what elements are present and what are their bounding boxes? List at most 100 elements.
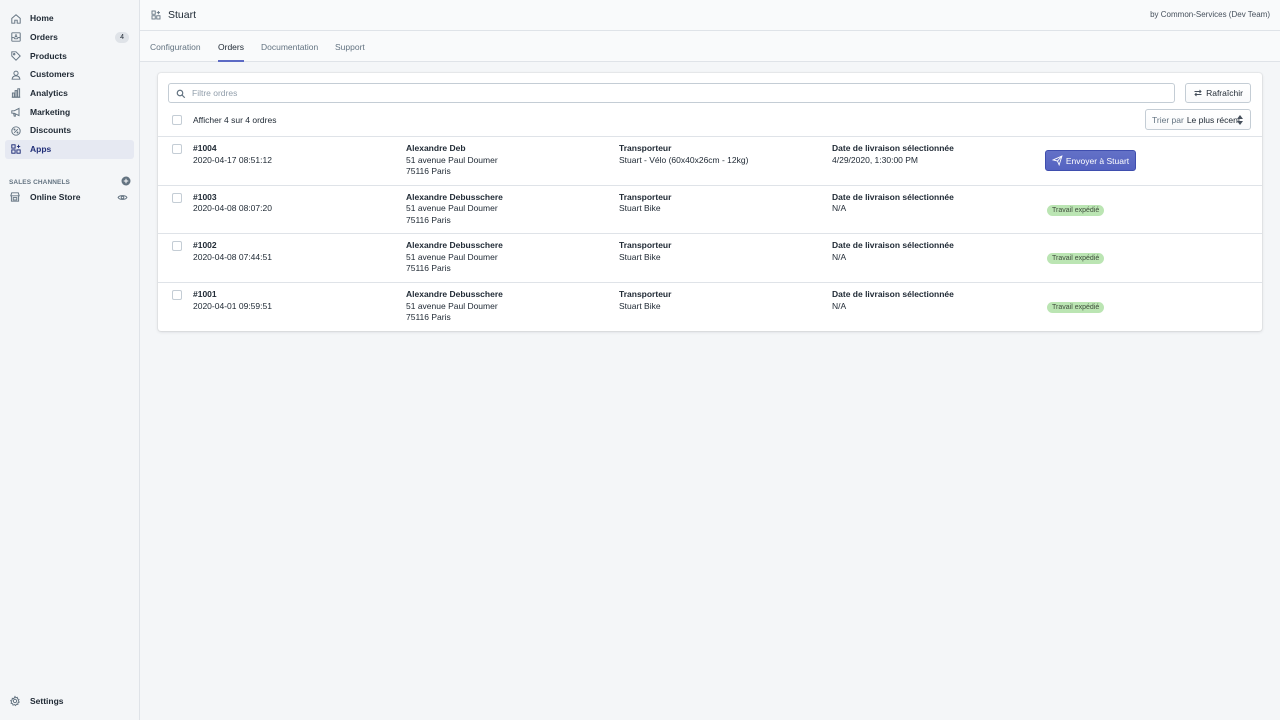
person-icon — [9, 68, 22, 81]
address-line-2: 75116 Paris — [406, 166, 451, 176]
order-id-link[interactable]: #1004 — [193, 143, 272, 155]
order-id-cell: #1002 2020-04-08 07:44:51 — [193, 240, 272, 263]
sidebar-item-home[interactable]: Home — [5, 9, 134, 28]
app-icon — [151, 10, 161, 20]
delivery-cell: Date de livraison sélectionnée N/A — [832, 289, 954, 312]
carrier-label: Transporteur — [619, 191, 672, 202]
sidebar-item-products[interactable]: Products — [5, 46, 134, 65]
apps-icon — [9, 143, 22, 156]
carrier-label: Transporteur — [619, 289, 672, 300]
carrier-cell: Transporteur Stuart - Vélo (60x40x26cm -… — [619, 143, 748, 166]
status-badge: Travail expédié — [1047, 253, 1105, 265]
row-checkbox[interactable] — [172, 144, 182, 154]
table-row: #1004 2020-04-17 08:51:12 Alexandre Deb … — [158, 136, 1262, 185]
refresh-icon — [1194, 89, 1202, 97]
sidebar-item-label: Orders — [30, 32, 58, 43]
sidebar-item-discounts[interactable]: Discounts — [5, 121, 134, 140]
delivery-label: Date de livraison sélectionnée — [832, 143, 954, 153]
status-badge: Travail expédié — [1047, 204, 1105, 216]
search-icon — [176, 89, 186, 101]
developer-credit: by Common-Services (Dev Team) — [1150, 10, 1270, 19]
select-all-checkbox[interactable] — [172, 115, 182, 125]
order-id-link[interactable]: #1001 — [193, 289, 272, 301]
orders-count-text: Afficher 4 sur 4 ordres — [193, 115, 277, 125]
address-line-1: 51 avenue Paul Doumer — [406, 154, 498, 165]
delivery-value: N/A — [832, 300, 847, 311]
sidebar-item-marketing[interactable]: Marketing — [5, 102, 134, 121]
sidebar-item-orders[interactable]: Orders 4 — [5, 28, 134, 47]
customer-cell: Alexandre Deb 51 avenue Paul Doumer 7511… — [406, 143, 498, 178]
customer-name: Alexandre Debusschere — [406, 289, 503, 300]
sales-channels-header: SALES CHANNELS — [9, 176, 131, 188]
send-button-label: Envoyer à Stuart — [1065, 155, 1130, 166]
gear-icon — [9, 695, 21, 709]
order-date: 2020-04-01 09:59:51 — [193, 300, 272, 311]
carrier-value: Stuart Bike — [619, 203, 661, 214]
bar-chart-icon — [9, 87, 22, 100]
app-title: Stuart — [168, 9, 197, 21]
sidebar-item-label: Discounts — [30, 125, 72, 136]
discount-icon — [9, 124, 22, 137]
row-checkbox[interactable] — [172, 192, 182, 203]
row-checkbox[interactable] — [172, 241, 182, 252]
send-to-stuart-button[interactable]: Envoyer à Stuart — [1045, 150, 1136, 171]
sidebar-item-label: Marketing — [30, 106, 71, 117]
sidebar-item-online-store[interactable]: Online Store — [5, 188, 135, 206]
order-id-link[interactable]: #1003 — [193, 192, 272, 204]
orders-card: Rafraîchir Afficher 4 sur 4 ordres Trier… — [158, 73, 1262, 331]
refresh-label: Rafraîchir — [1206, 88, 1243, 98]
order-date: 2020-04-17 08:51:12 — [193, 154, 272, 165]
tag-icon — [9, 49, 22, 62]
carrier-value: Stuart - Vélo (60x40x26cm - 12kg) — [619, 154, 749, 165]
app-header: Stuart by Common-Services (Dev Team) — [140, 0, 1280, 31]
table-row: #1003 2020-04-08 08:07:20 Alexandre Debu… — [158, 184, 1262, 234]
carrier-label: Transporteur — [619, 143, 672, 153]
megaphone-icon — [9, 105, 22, 118]
status-badge: Travail expédié — [1047, 302, 1105, 314]
tab-support[interactable]: Support — [335, 31, 365, 62]
delivery-label: Date de livraison sélectionnée — [832, 289, 954, 300]
sort-arrows-icon — [1237, 115, 1243, 127]
search-input[interactable] — [192, 88, 1142, 98]
store-icon — [9, 191, 21, 205]
sidebar-item-apps[interactable]: Apps — [5, 139, 134, 159]
delivery-value: 4/29/2020, 1:30:00 PM — [832, 154, 919, 165]
sort-prefix: Trier par — [1152, 114, 1184, 125]
carrier-value: Stuart Bike — [619, 300, 661, 311]
table-row: #1002 2020-04-08 07:44:51 Alexandre Debu… — [158, 233, 1262, 282]
sidebar-item-label: Analytics — [30, 88, 68, 99]
delivery-label: Date de livraison sélectionnée — [832, 191, 954, 202]
orders-count-badge: 4 — [115, 31, 129, 43]
table-row: #1001 2020-04-01 09:59:51 Alexandre Debu… — [158, 282, 1262, 331]
order-id-cell: #1003 2020-04-08 08:07:20 — [193, 192, 272, 215]
tab-documentation[interactable]: Documentation — [261, 31, 318, 62]
row-checkbox[interactable] — [172, 290, 182, 301]
address-line-1: 51 avenue Paul Doumer — [406, 251, 498, 262]
tab-orders[interactable]: Orders — [218, 31, 244, 62]
customer-name: Alexandre Deb — [406, 143, 466, 153]
sort-value: Le plus récent — [1186, 114, 1241, 125]
refresh-button[interactable]: Rafraîchir — [1185, 83, 1251, 103]
sidebar-item-label: Customers — [30, 69, 75, 80]
carrier-value: Stuart Bike — [619, 251, 661, 262]
orders-icon — [9, 31, 22, 44]
sort-select[interactable]: Trier par Le plus récent — [1145, 109, 1251, 130]
order-id-cell: #1004 2020-04-17 08:51:12 — [193, 143, 272, 166]
tab-configuration[interactable]: Configuration — [150, 31, 201, 62]
add-channel-icon[interactable] — [121, 176, 131, 188]
sidebar: Home Orders 4 Products Customers Analyti… — [0, 0, 140, 720]
sidebar-item-analytics[interactable]: Analytics — [5, 84, 134, 103]
order-id-link[interactable]: #1002 — [193, 240, 272, 252]
address-line-2: 75116 Paris — [406, 214, 451, 225]
sales-channels-label: SALES CHANNELS — [9, 178, 70, 186]
address-line-1: 51 avenue Paul Doumer — [406, 300, 498, 311]
sidebar-item-settings[interactable]: Settings — [5, 692, 135, 710]
carrier-cell: Transporteur Stuart Bike — [619, 289, 671, 312]
carrier-cell: Transporteur Stuart Bike — [619, 192, 671, 215]
search-box — [168, 83, 1175, 103]
send-icon — [1051, 155, 1063, 166]
settings-label: Settings — [30, 696, 64, 706]
sidebar-item-customers[interactable]: Customers — [5, 65, 134, 84]
delivery-cell: Date de livraison sélectionnée N/A — [832, 192, 954, 215]
eye-icon[interactable] — [117, 192, 128, 205]
